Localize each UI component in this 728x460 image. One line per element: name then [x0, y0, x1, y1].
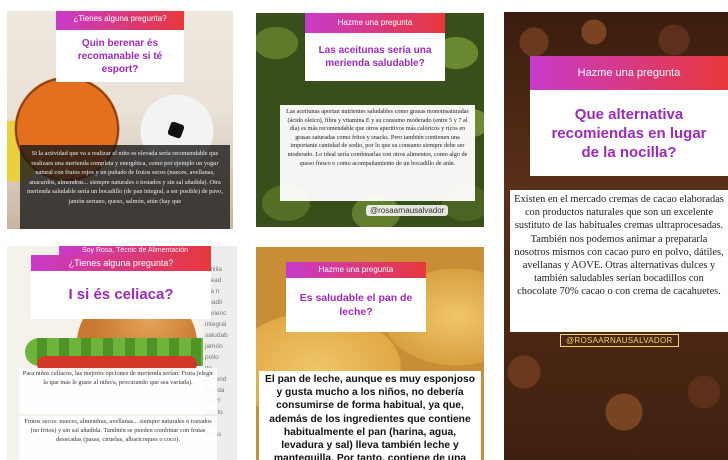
question-sticker-text: I si és celiaca?	[31, 271, 211, 319]
question-sticker-text: Quin berenar és recomanable si té esport…	[56, 30, 184, 82]
answer-text: Existen en el mercado cremas de cacao el…	[510, 190, 728, 332]
question-sticker-header: ¿Tienes alguna pregunta?	[56, 11, 184, 30]
side-line: pollo	[205, 354, 219, 361]
question-sticker-header: Hazme una pregunta	[530, 56, 728, 90]
side-line: jamón	[205, 343, 223, 350]
question-sticker-text: Que alternativa recomiendas en lugar de …	[530, 90, 728, 176]
story-card-olives[interactable]: Hazme una pregunta Las aceitunas sería u…	[256, 13, 484, 227]
answer-text: Las aceitunas aportan nutrientes saludab…	[280, 105, 475, 201]
question-sticker-text: Es saludable el pan de leche?	[286, 278, 426, 332]
answer-text: Si la actividad que va a realizar el niñ…	[20, 145, 230, 229]
author-handle[interactable]: @ROSAARNAUSALVADOR	[560, 334, 679, 347]
story-card-chocolate[interactable]: Hazme una pregunta Que alternativa recom…	[504, 12, 728, 460]
answer-text: El pan de leche, aunque es muy esponjoso…	[259, 371, 481, 460]
story-card-sports[interactable]: ¿Tienes alguna pregunta? Quin berenar és…	[7, 11, 233, 229]
question-sticker-header: Hazme una pregunta	[286, 262, 426, 278]
author-handle[interactable]: @rosaarnausalvador	[366, 205, 449, 216]
answer-text-1: Para niños celíacos, las mejores opcione…	[19, 368, 217, 414]
side-line: integral	[205, 321, 227, 328]
question-sticker-text: Las aceitunas sería una merienda saludab…	[305, 33, 445, 81]
question-sticker-header: ¿Tienes alguna pregunta?	[31, 255, 211, 271]
story-card-celiac[interactable]: emilia etead uta n ocadil nerienc integr…	[7, 246, 237, 460]
answer-text-2: Frutos secos: nueces, almendras, avellan…	[19, 416, 217, 460]
question-sticker-header: Hazme una pregunta	[305, 13, 445, 33]
story-card-milk-bread[interactable]: Hazme una pregunta Es saludable el pan d…	[256, 247, 484, 460]
side-line: saludab	[205, 332, 228, 339]
intro-banner: Soy Rosa, Tècnic de Alimentación	[59, 246, 211, 255]
